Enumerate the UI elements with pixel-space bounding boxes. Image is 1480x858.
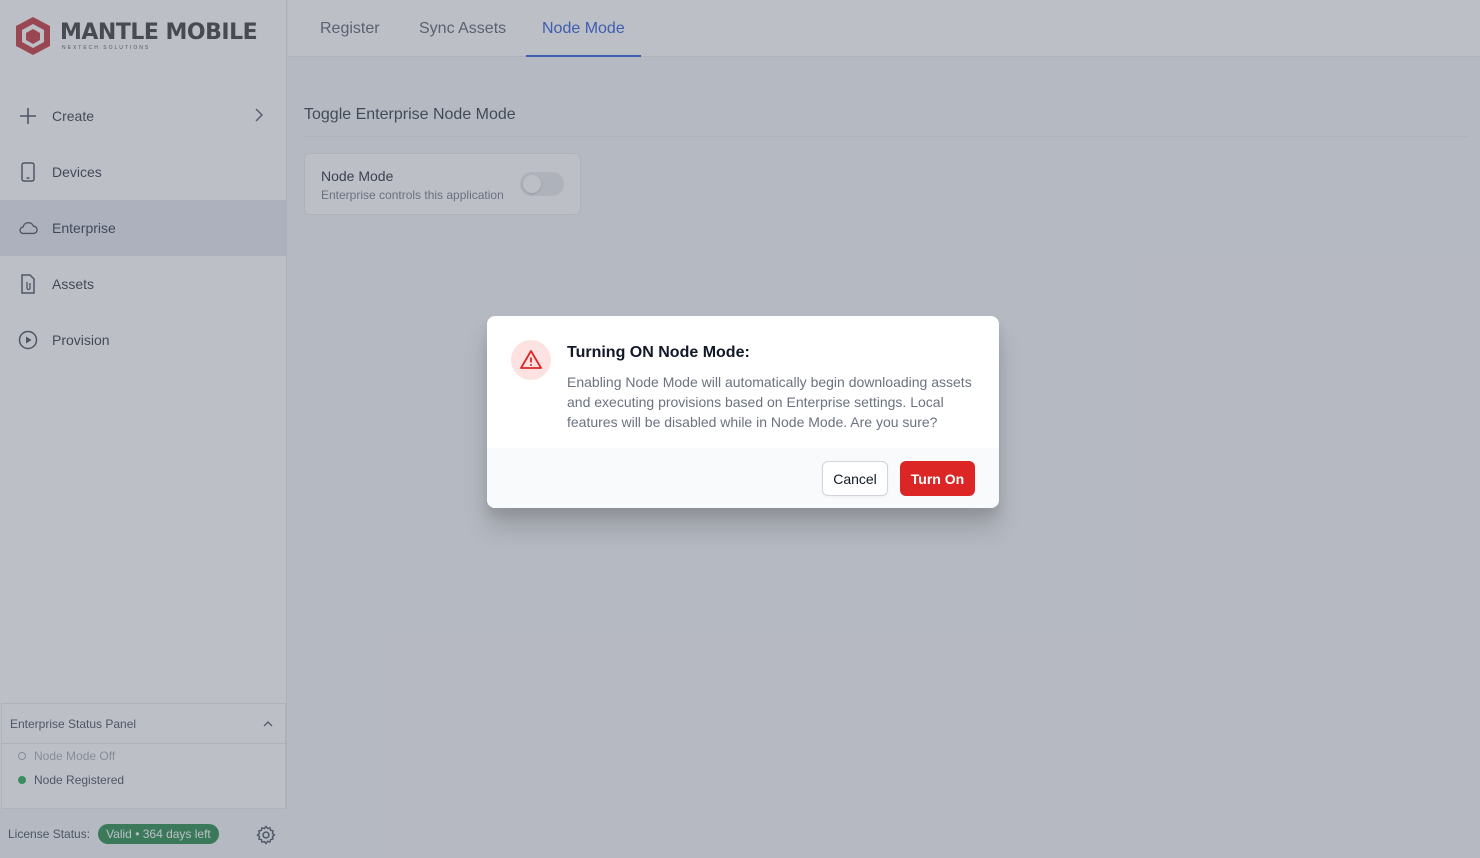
- turn-on-button[interactable]: Turn On: [900, 461, 975, 496]
- warning-icon: [511, 340, 551, 380]
- dialog-title: Turning ON Node Mode:: [567, 344, 750, 361]
- dialog-message: Enabling Node Mode will automatically be…: [567, 374, 972, 430]
- cancel-button[interactable]: Cancel: [822, 461, 888, 496]
- confirm-node-mode-dialog: Turning ON Node Mode: Enabling Node Mode…: [487, 316, 999, 508]
